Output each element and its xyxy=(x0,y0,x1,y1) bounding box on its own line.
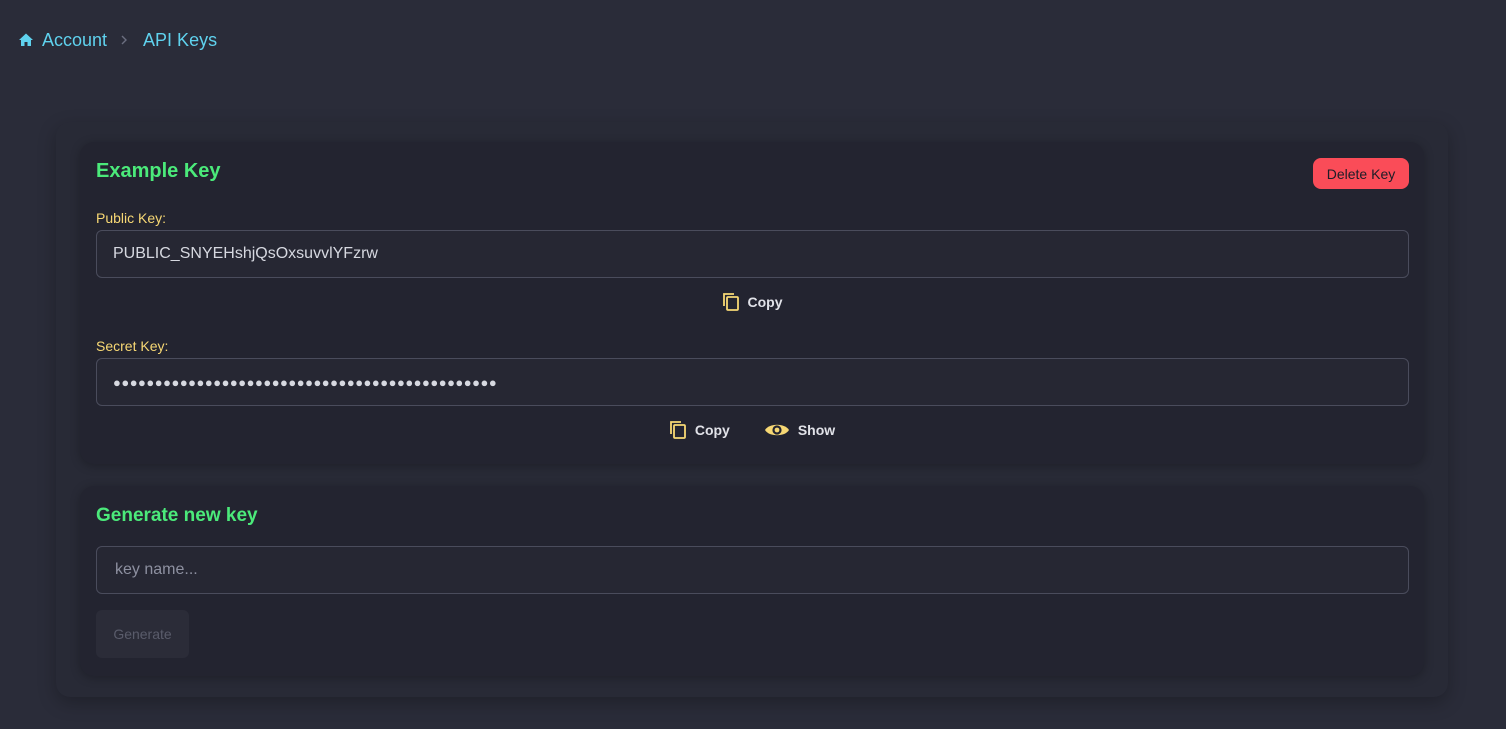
public-key-field[interactable]: PUBLIC_SNYEHshjQsOxsuvvlYFzrw xyxy=(96,230,1409,278)
generate-button[interactable]: Generate xyxy=(96,610,189,658)
key-card: Example Key Delete Key Public Key: PUBLI… xyxy=(80,142,1424,464)
copy-icon xyxy=(669,420,687,440)
copy-label: Copy xyxy=(747,294,783,310)
copy-icon xyxy=(722,292,740,312)
show-secret-key-button[interactable]: Show xyxy=(764,420,835,440)
generate-key-card: Generate new key Generate xyxy=(80,486,1424,676)
copy-public-key-button[interactable]: Copy xyxy=(722,292,783,312)
key-title: Example Key xyxy=(96,160,221,182)
key-name-input[interactable] xyxy=(113,560,1392,580)
breadcrumb-api-keys[interactable]: API Keys xyxy=(143,30,217,51)
show-label: Show xyxy=(797,422,836,438)
home-icon[interactable] xyxy=(18,32,34,48)
public-key-actions: Copy xyxy=(80,292,1424,312)
copy-label: Copy xyxy=(694,422,730,438)
public-key-value: PUBLIC_SNYEHshjQsOxsuvvlYFzrw xyxy=(113,245,378,262)
generate-title: Generate new key xyxy=(96,505,258,526)
chevron-right-icon xyxy=(117,33,131,47)
eye-icon xyxy=(764,421,790,439)
breadcrumb-account[interactable]: Account xyxy=(42,30,107,51)
key-name-field xyxy=(96,546,1409,594)
public-key-label: Public Key: xyxy=(96,210,167,226)
secret-key-actions: Copy Show xyxy=(80,420,1424,440)
delete-key-button[interactable]: Delete Key xyxy=(1313,158,1409,189)
breadcrumb: Account API Keys xyxy=(18,28,217,52)
secret-key-field[interactable]: ●●●●●●●●●●●●●●●●●●●●●●●●●●●●●●●●●●●●●●●●… xyxy=(96,358,1409,406)
secret-key-value: ●●●●●●●●●●●●●●●●●●●●●●●●●●●●●●●●●●●●●●●●… xyxy=(113,374,498,390)
secret-key-label: Secret Key: xyxy=(96,338,169,354)
copy-secret-key-button[interactable]: Copy xyxy=(669,420,730,440)
